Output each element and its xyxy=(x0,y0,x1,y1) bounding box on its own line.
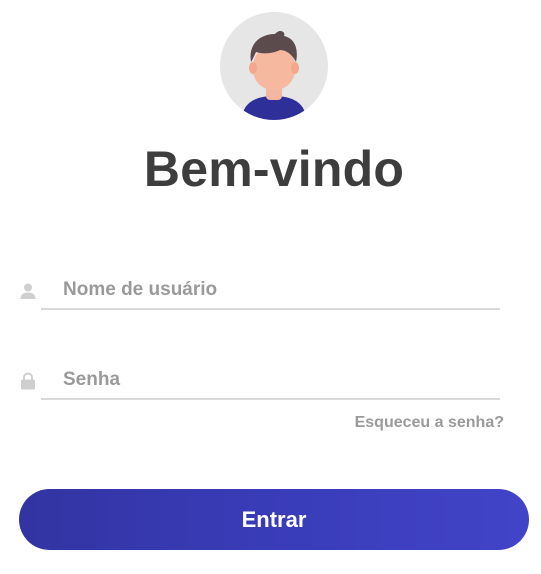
user-icon xyxy=(20,283,36,299)
password-field-group xyxy=(0,352,541,412)
user-avatar-icon xyxy=(242,30,306,120)
forgot-password-link[interactable]: Esqueceu a senha? xyxy=(355,414,504,432)
page-title: Bem-vindo xyxy=(143,141,405,197)
login-button[interactable]: Entrar xyxy=(19,489,529,550)
password-input[interactable] xyxy=(41,362,500,400)
username-input[interactable] xyxy=(41,272,500,310)
username-field-group xyxy=(0,262,541,322)
avatar xyxy=(220,12,328,120)
lock-icon xyxy=(21,372,35,390)
